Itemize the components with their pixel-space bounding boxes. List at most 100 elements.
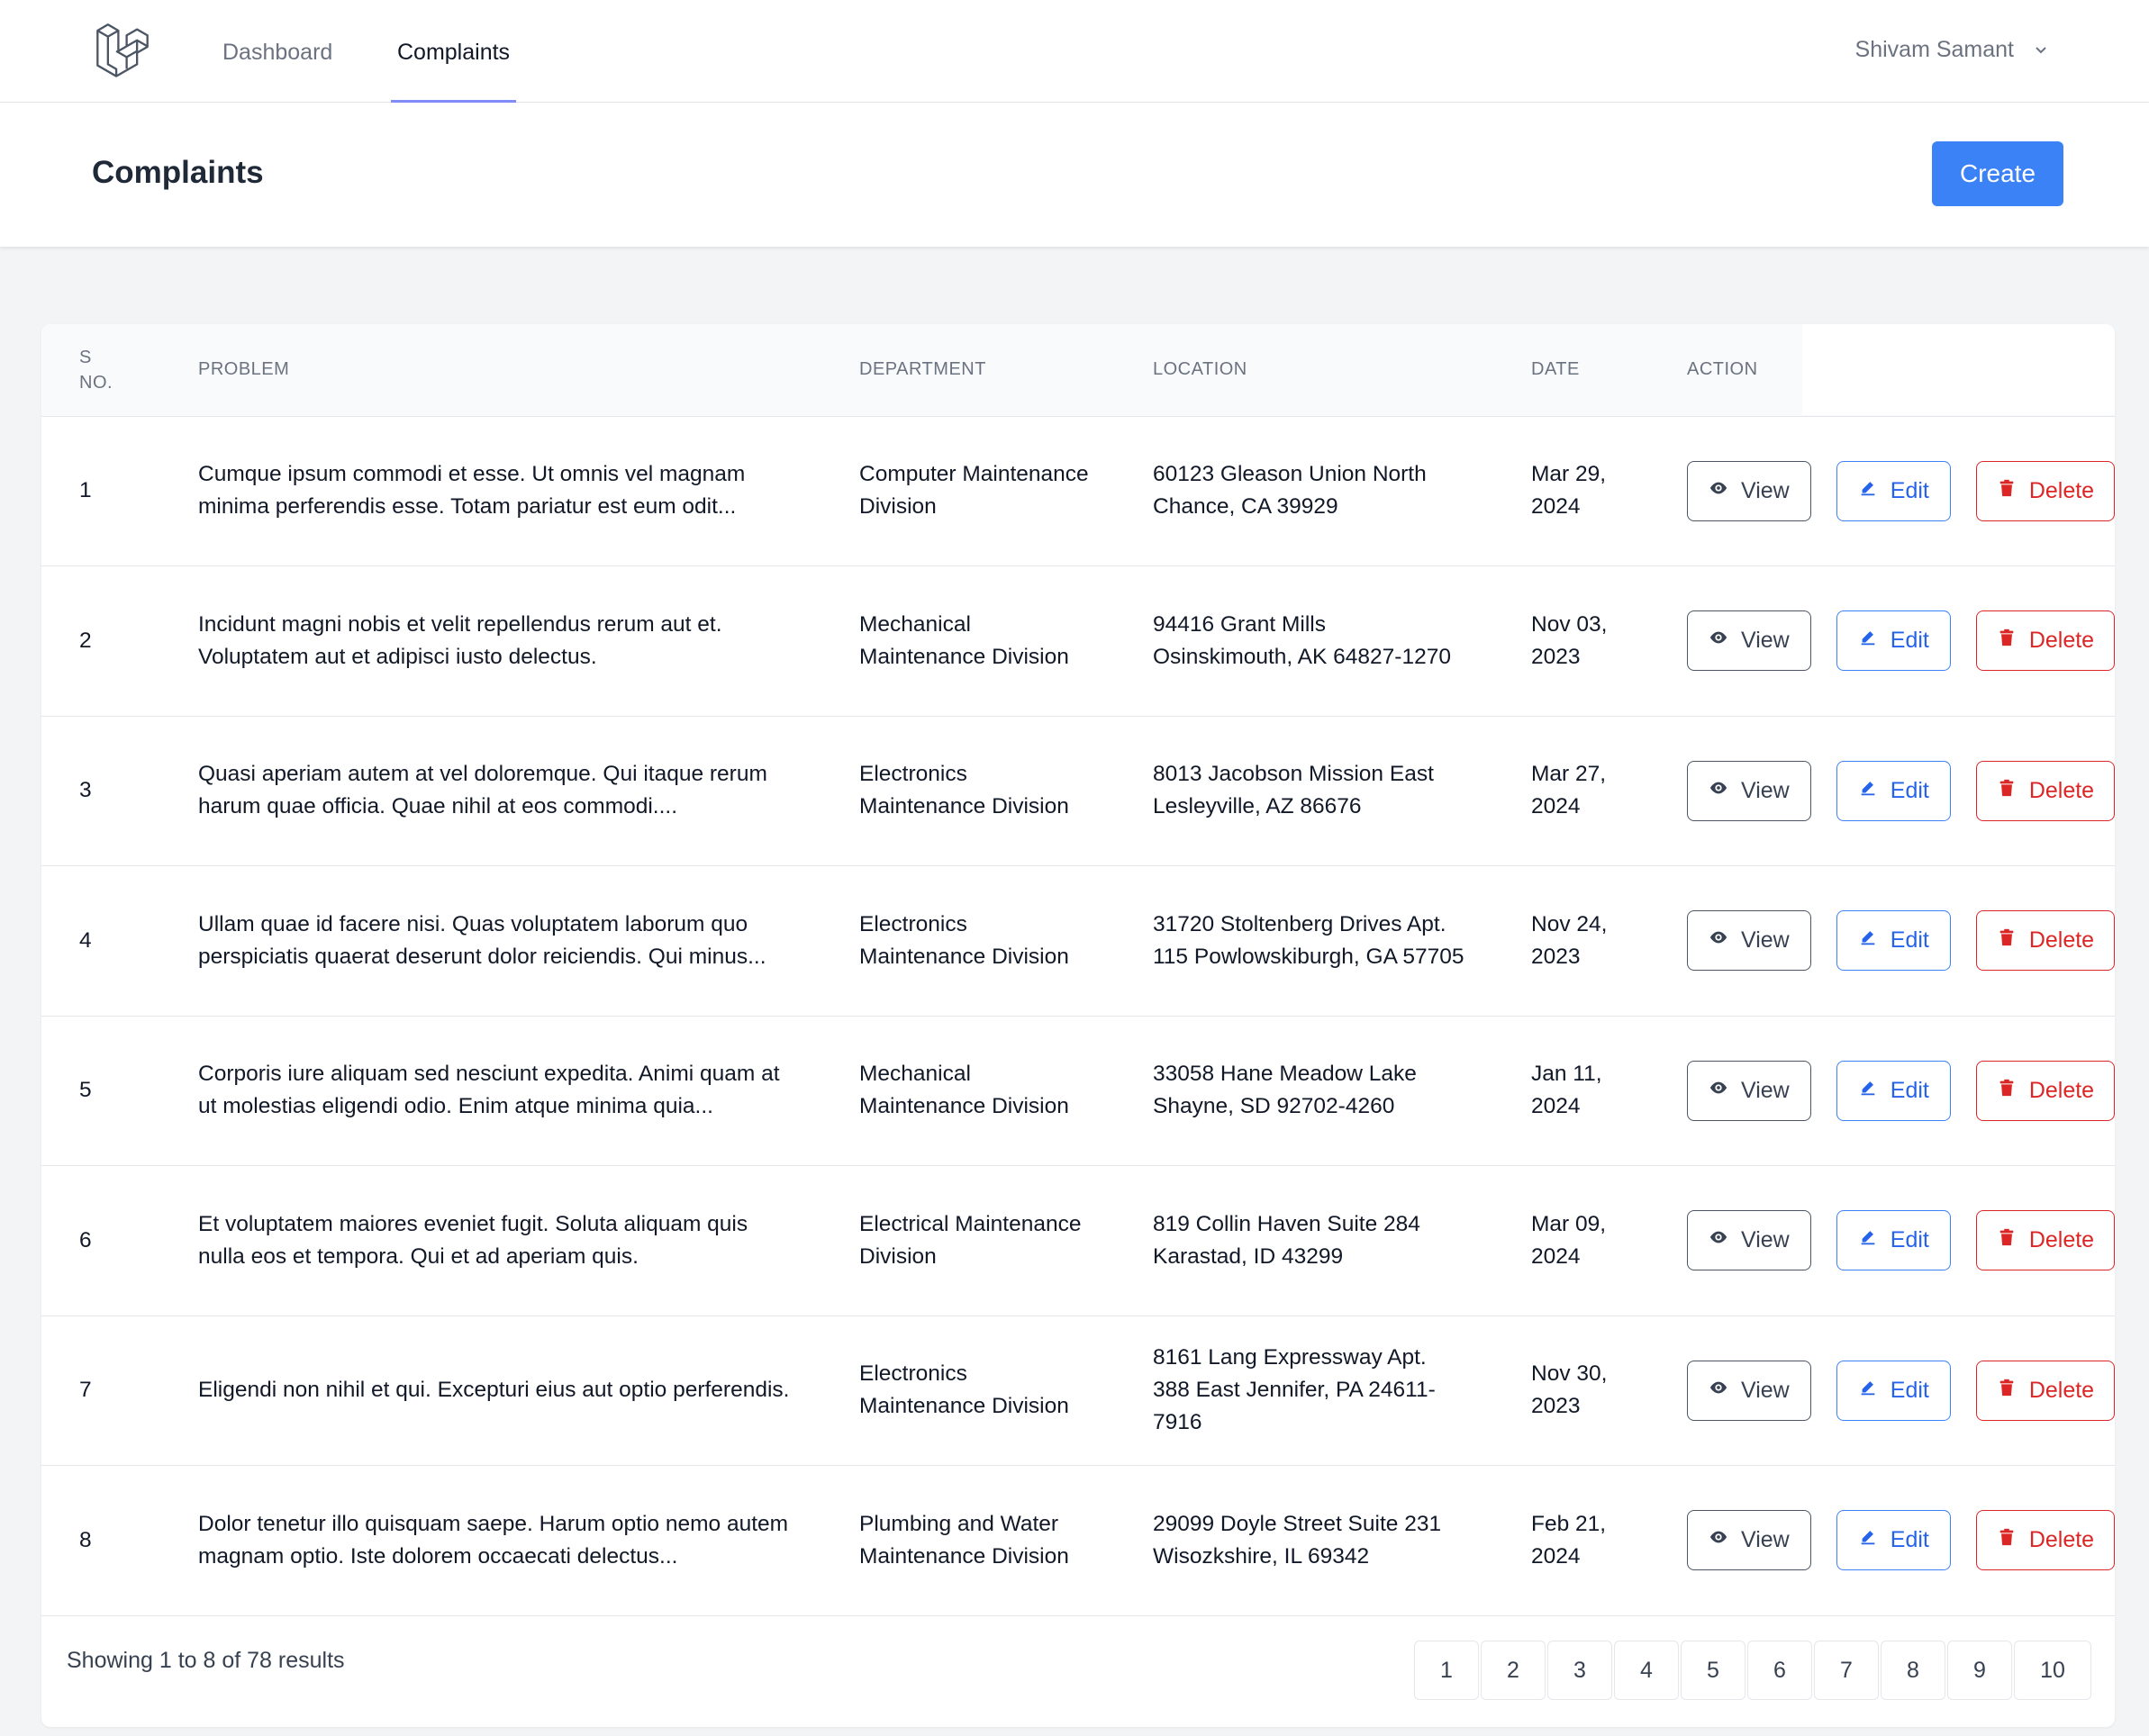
table-row: 4 Ullam quae id facere nisi. Quas volupt… bbox=[41, 866, 2115, 1017]
eye-icon bbox=[1709, 1527, 1728, 1553]
edit-button[interactable]: Edit bbox=[1836, 910, 1951, 972]
cell-department: Plumbing and Water Maintenance Division bbox=[859, 1511, 1069, 1569]
edit-button[interactable]: Edit bbox=[1836, 760, 1951, 821]
trash-icon bbox=[1997, 1078, 2017, 1104]
eye-icon bbox=[1709, 927, 1728, 954]
delete-button[interactable]: Delete bbox=[1975, 460, 2115, 521]
view-label: View bbox=[1740, 1227, 1790, 1253]
page-button-9[interactable]: 9 bbox=[1947, 1641, 2012, 1700]
view-button[interactable]: View bbox=[1687, 460, 1811, 521]
page-button-7[interactable]: 7 bbox=[1814, 1641, 1879, 1700]
cell-actions: View Edit Delete bbox=[1687, 566, 2115, 717]
delete-button[interactable]: Delete bbox=[1975, 1510, 2115, 1571]
view-label: View bbox=[1740, 628, 1790, 654]
pencil-icon bbox=[1858, 1078, 1878, 1104]
delete-button[interactable]: Delete bbox=[1975, 1060, 2115, 1121]
table-header-row: S NO. PROBLEM DEPARTMENT LOCATION DATE A… bbox=[41, 324, 2115, 417]
complaints-table: S NO. PROBLEM DEPARTMENT LOCATION DATE A… bbox=[41, 324, 2115, 1616]
column-header-location: LOCATION bbox=[1153, 324, 1531, 417]
pencil-icon bbox=[1858, 1227, 1878, 1253]
table-row: 6 Et voluptatem maiores eveniet fugit. S… bbox=[41, 1166, 2115, 1316]
edit-label: Edit bbox=[1890, 1077, 1929, 1103]
pagination-summary: Showing 1 to 8 of 78 results bbox=[67, 1648, 345, 1673]
cell-sno: 7 bbox=[79, 1378, 92, 1403]
view-button[interactable]: View bbox=[1687, 1510, 1811, 1571]
delete-label: Delete bbox=[2028, 1227, 2095, 1253]
view-button[interactable]: View bbox=[1687, 1210, 1811, 1271]
nav-link-dashboard[interactable]: Dashboard bbox=[222, 0, 332, 103]
table-row: 3 Quasi aperiam autem at vel doloremque.… bbox=[41, 716, 2115, 866]
view-button[interactable]: View bbox=[1687, 1060, 1811, 1121]
page-button-2[interactable]: 2 bbox=[1481, 1641, 1546, 1700]
edit-button[interactable]: Edit bbox=[1836, 460, 1951, 521]
cell-sno: 3 bbox=[79, 778, 92, 803]
cell-location: 94416 Grant Mills Osinskimouth, AK 64827… bbox=[1153, 611, 1451, 669]
cell-problem: Incidunt magni nobis et velit repellendu… bbox=[198, 611, 722, 669]
table-row: 8 Dolor tenetur illo quisquam saepe. Har… bbox=[41, 1466, 2115, 1615]
trash-icon bbox=[1997, 1378, 2017, 1404]
cell-actions: View Edit Delete bbox=[1687, 866, 2115, 1017]
column-header-problem: PROBLEM bbox=[198, 324, 859, 417]
page-header: Complaints Create bbox=[0, 103, 2149, 247]
cell-actions: View Edit Delete bbox=[1687, 1016, 2115, 1166]
delete-button[interactable]: Delete bbox=[1975, 1360, 2115, 1421]
cell-department: Electronics Maintenance Division bbox=[859, 762, 1069, 819]
delete-label: Delete bbox=[2028, 628, 2095, 654]
page-button-10[interactable]: 10 bbox=[2014, 1641, 2091, 1700]
page-title: Complaints bbox=[92, 155, 264, 190]
delete-button[interactable]: Delete bbox=[1975, 1210, 2115, 1271]
cell-sno: 6 bbox=[79, 1227, 92, 1252]
pagination: 1 2 3 4 5 6 7 8 9 10 bbox=[1414, 1641, 2091, 1700]
edit-label: Edit bbox=[1890, 1377, 1929, 1403]
page-button-8[interactable]: 8 bbox=[1881, 1641, 1945, 1700]
page-button-1[interactable]: 1 bbox=[1414, 1641, 1479, 1700]
cell-problem: Eligendi non nihil et qui. Excepturi eiu… bbox=[198, 1378, 790, 1403]
column-header-sno: S NO. bbox=[41, 324, 198, 417]
create-button[interactable]: Create bbox=[1932, 141, 2063, 206]
edit-button[interactable]: Edit bbox=[1836, 610, 1951, 672]
view-button[interactable]: View bbox=[1687, 910, 1811, 972]
user-menu[interactable]: Shivam Samant bbox=[1855, 0, 2050, 99]
eye-icon bbox=[1709, 1378, 1728, 1404]
delete-button[interactable]: Delete bbox=[1975, 610, 2115, 672]
cell-location: 31720 Stoltenberg Drives Apt. 115 Powlow… bbox=[1153, 911, 1464, 969]
view-button[interactable]: View bbox=[1687, 610, 1811, 672]
pencil-icon bbox=[1858, 1527, 1878, 1553]
page-button-6[interactable]: 6 bbox=[1747, 1641, 1812, 1700]
view-label: View bbox=[1740, 477, 1790, 503]
cell-sno: 2 bbox=[79, 628, 92, 653]
table-row: 7 Eligendi non nihil et qui. Excepturi e… bbox=[41, 1316, 2115, 1466]
cell-problem: Dolor tenetur illo quisquam saepe. Harum… bbox=[198, 1511, 789, 1569]
page-button-3[interactable]: 3 bbox=[1547, 1641, 1612, 1700]
edit-label: Edit bbox=[1890, 477, 1929, 503]
edit-button[interactable]: Edit bbox=[1836, 1510, 1951, 1571]
cell-date: Mar 09, 2024 bbox=[1531, 1211, 1607, 1269]
edit-button[interactable]: Edit bbox=[1836, 1060, 1951, 1121]
cell-actions: View Edit Delete bbox=[1687, 416, 2115, 566]
chevron-down-icon bbox=[2036, 47, 2046, 54]
delete-label: Delete bbox=[2028, 777, 2095, 803]
delete-button[interactable]: Delete bbox=[1975, 910, 2115, 972]
cell-date: Nov 24, 2023 bbox=[1531, 911, 1608, 969]
edit-button[interactable]: Edit bbox=[1836, 1360, 1951, 1421]
eye-icon bbox=[1709, 628, 1728, 654]
view-label: View bbox=[1740, 777, 1790, 803]
edit-label: Edit bbox=[1890, 1227, 1929, 1253]
cell-actions: View Edit Delete bbox=[1687, 716, 2115, 866]
cell-sno: 4 bbox=[79, 927, 92, 953]
nav-link-complaints[interactable]: Complaints bbox=[391, 0, 517, 103]
trash-icon bbox=[1997, 478, 2017, 504]
cell-date: Jan 11, 2024 bbox=[1531, 1062, 1602, 1119]
edit-label: Edit bbox=[1890, 777, 1929, 803]
edit-button[interactable]: Edit bbox=[1836, 1210, 1951, 1271]
cell-location: 33058 Hane Meadow Lake Shayne, SD 92702-… bbox=[1153, 1062, 1417, 1119]
view-button[interactable]: View bbox=[1687, 760, 1811, 821]
delete-label: Delete bbox=[2028, 1077, 2095, 1103]
delete-button[interactable]: Delete bbox=[1975, 760, 2115, 821]
laravel-logo-icon[interactable] bbox=[95, 23, 150, 77]
page-button-4[interactable]: 4 bbox=[1614, 1641, 1679, 1700]
page-button-5[interactable]: 5 bbox=[1681, 1641, 1745, 1700]
eye-icon bbox=[1709, 778, 1728, 804]
view-button[interactable]: View bbox=[1687, 1360, 1811, 1421]
view-label: View bbox=[1740, 1077, 1790, 1103]
